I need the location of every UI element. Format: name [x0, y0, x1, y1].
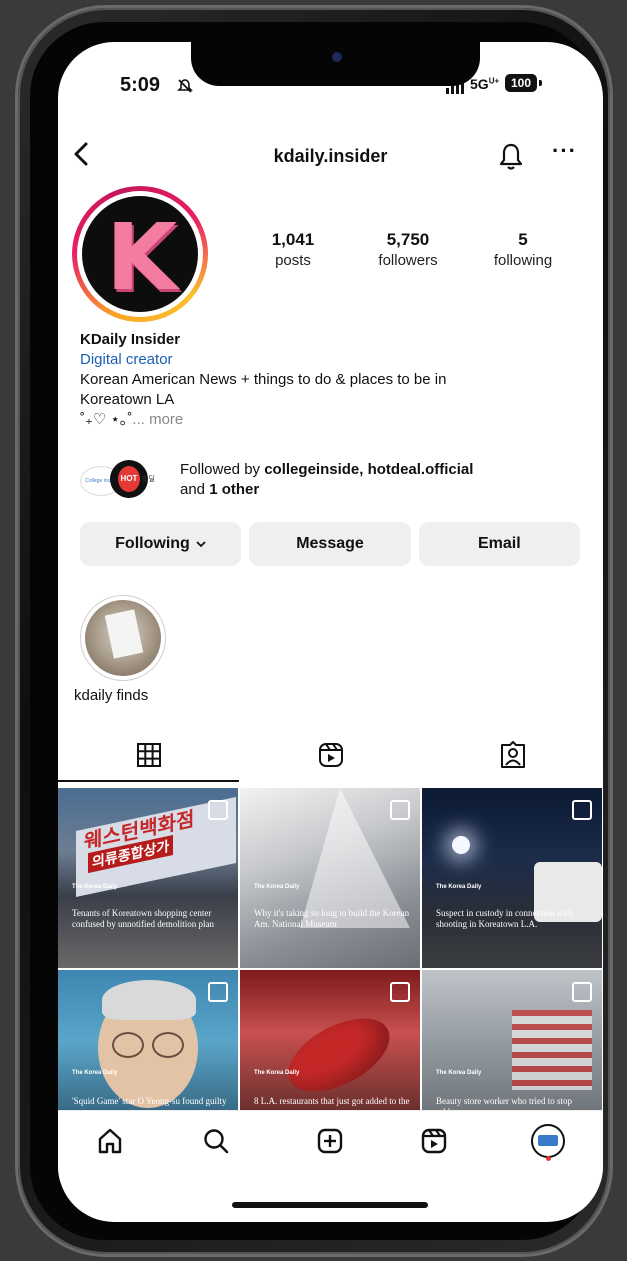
bio-line-2: Koreatown LA — [80, 391, 175, 408]
reel-icon — [572, 800, 592, 820]
followed-by-other: 1 other — [209, 481, 260, 498]
tab-grid[interactable] — [58, 732, 239, 782]
status-time: 5:09 — [120, 74, 161, 96]
create-icon[interactable] — [312, 1123, 348, 1159]
tagged-icon — [500, 740, 526, 774]
hotdeal-logo: HOT DEAL — [118, 466, 140, 492]
post-portrait-glasses-left — [112, 1032, 144, 1058]
post-caption: Tenants of Koreatown shopping center con… — [72, 908, 214, 929]
post-portrait-glasses-right — [152, 1032, 184, 1058]
post-brand-mark: The Korea Daily — [254, 1070, 300, 1076]
post-caption: Why it's taking so long to build the Kor… — [254, 908, 410, 929]
following-button-label: Following — [115, 535, 190, 552]
avatar-image: K — [82, 196, 198, 312]
post-caption: 'Squid Game' star O Yeong-su found guilt… — [72, 1096, 227, 1106]
grid-icon — [136, 742, 162, 773]
profile-mini-logo — [538, 1135, 558, 1146]
post-brand-mark: The Korea Daily — [72, 884, 118, 890]
reels-icon — [318, 742, 344, 773]
stat-followers[interactable]: 5,750 followers — [353, 230, 463, 269]
profile-display-name: KDaily Insider — [80, 331, 181, 348]
tab-tagged[interactable] — [422, 732, 603, 782]
bio-emoji-line: ˚₊♡ ⋆｡˚ — [80, 411, 133, 428]
carousel-icon — [390, 982, 410, 1002]
followed-by-prefix: Followed by — [180, 461, 265, 478]
post-portrait-hair — [102, 980, 196, 1020]
followed-by-names: collegeinside, hotdeal.official — [264, 461, 474, 478]
stat-posts-value: 1,041 — [271, 230, 315, 249]
profile-avatar[interactable]: K — [72, 186, 208, 322]
profile-bio: KDaily Insider Digital creator Korean Am… — [80, 330, 580, 430]
post-tile[interactable]: The Korea Daily Why it's taking so long … — [240, 788, 420, 968]
notification-dot — [546, 1156, 551, 1161]
post-brand-mark: The Korea Daily — [72, 1070, 118, 1076]
profile-tabs — [58, 732, 603, 784]
profile-header: kdaily.insider ··· — [58, 138, 603, 174]
bio-more-link[interactable]: ... more — [132, 411, 183, 428]
followed-by-text: Followed by collegeinside, hotdeal.offic… — [180, 460, 580, 500]
front-camera — [332, 52, 342, 62]
stat-followers-label: followers — [378, 252, 438, 269]
stat-following-label: following — [493, 252, 553, 269]
stat-posts[interactable]: 1,041 posts — [238, 230, 348, 269]
reel-icon — [390, 800, 410, 820]
tab-reels[interactable] — [240, 732, 421, 782]
battery-tip — [539, 80, 542, 86]
follower-avatar-third: 핫딜 — [142, 476, 155, 483]
avatar-logo-letter: K — [106, 204, 178, 311]
bio-line-1: Korean American News + things to do & pl… — [80, 371, 447, 388]
notification-bell-icon[interactable] — [498, 142, 524, 177]
highlight-label: kdaily finds — [74, 687, 149, 704]
network-type: 5GU+ — [470, 76, 499, 92]
followed-by-and: and — [180, 481, 210, 498]
profile-stats: 1,041 posts 5,750 followers 5 following — [238, 230, 578, 269]
network-label: 5G — [470, 76, 489, 92]
profile-actions: Following Message Email — [80, 522, 580, 566]
bio-line-3: ˚₊♡ ⋆｡˚... more — [80, 410, 580, 430]
reel-icon — [208, 982, 228, 1002]
highlight-paper — [104, 609, 144, 659]
post-tile[interactable]: The Korea Daily Suspect in custody in co… — [422, 788, 602, 968]
posts-grid: 웨스턴백화점 의류종합상가 The Korea Daily Tenants of… — [58, 788, 603, 1150]
stat-posts-label: posts — [275, 252, 311, 269]
email-button[interactable]: Email — [418, 522, 580, 566]
battery-icon: 100 — [505, 74, 537, 92]
post-caption: 8 L.A. restaurants that just got added t… — [254, 1096, 410, 1106]
post-tile[interactable]: 웨스턴백화점 의류종합상가 The Korea Daily Tenants of… — [58, 788, 238, 968]
message-button[interactable]: Message — [249, 522, 411, 566]
profile-category[interactable]: Digital creator — [80, 350, 580, 370]
carousel-icon — [208, 800, 228, 820]
post-brand-mark: The Korea Daily — [436, 1070, 482, 1076]
silent-mode-icon — [177, 78, 193, 97]
network-carrier: U+ — [488, 76, 500, 86]
profile-icon[interactable] — [530, 1123, 566, 1159]
story-highlight[interactable]: kdaily finds — [74, 595, 168, 704]
post-caption: Suspect in custody in connection with sh… — [436, 908, 573, 929]
stat-following-value: 5 — [518, 230, 528, 249]
search-icon[interactable] — [198, 1123, 234, 1159]
bottom-tab-bar — [58, 1110, 603, 1181]
avatar-border: K — [77, 191, 203, 317]
notch — [191, 42, 480, 86]
following-button[interactable]: Following — [80, 522, 242, 566]
reels-nav-icon[interactable] — [416, 1123, 452, 1159]
more-options-icon[interactable]: ··· — [552, 138, 577, 164]
post-police-light — [452, 836, 470, 854]
stat-following[interactable]: 5 following — [468, 230, 578, 269]
post-brand-mark: The Korea Daily — [436, 884, 482, 890]
post-brand-mark: The Korea Daily — [254, 884, 300, 890]
home-icon[interactable] — [92, 1123, 128, 1159]
post-sushi-image — [276, 1003, 402, 1107]
chevron-down-icon — [193, 537, 206, 551]
post-store-shelves — [512, 1010, 592, 1090]
reel-icon — [572, 982, 592, 1002]
phone-screen: 5:09 5GU+ 100 kdaily.insider ··· K 1,041 — [58, 42, 603, 1222]
home-indicator[interactable] — [232, 1202, 428, 1208]
active-tab-indicator — [58, 780, 239, 782]
highlight-ring — [80, 595, 166, 681]
followed-by-section[interactable]: College inside HOT DEAL 핫딜 Followed by c… — [80, 460, 580, 504]
stat-followers-value: 5,750 — [386, 230, 430, 249]
profile-mini-avatar — [531, 1124, 565, 1158]
highlight-cover — [85, 600, 161, 676]
